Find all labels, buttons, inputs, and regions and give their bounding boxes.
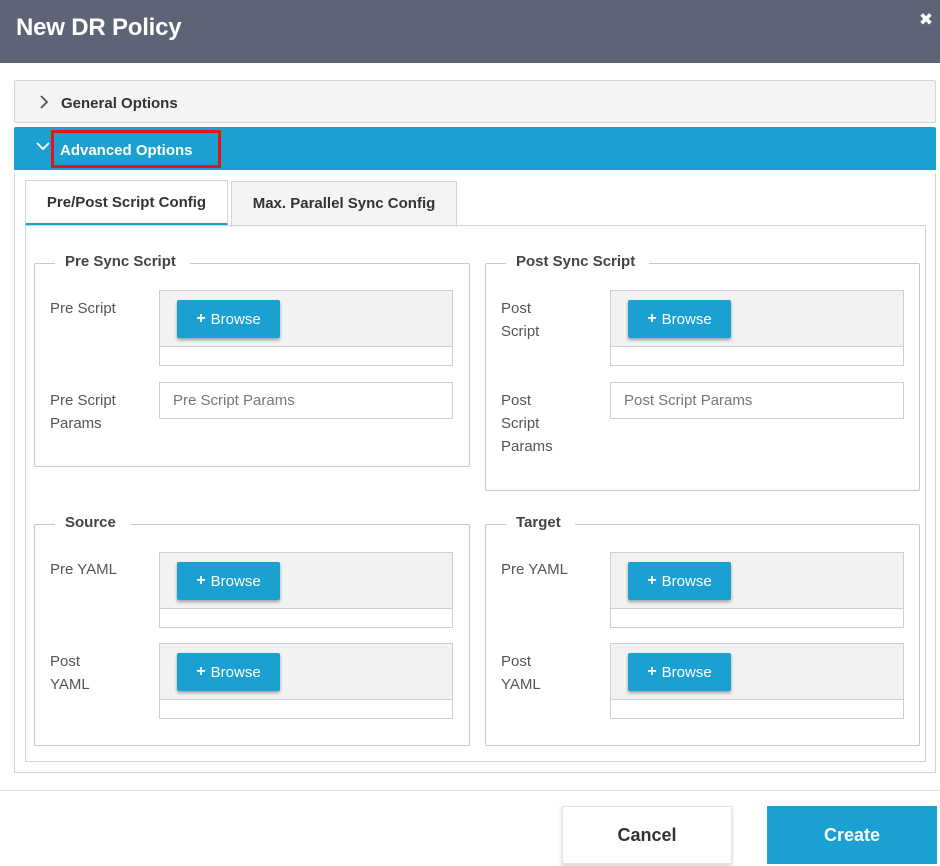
- target-pre-yaml-browse-button[interactable]: + Browse: [628, 562, 731, 600]
- plus-icon: +: [647, 310, 657, 327]
- footer-divider: [0, 790, 940, 791]
- highlight-box: [51, 130, 221, 168]
- dialog-titlebar: New DR Policy ✖: [0, 0, 940, 63]
- create-button[interactable]: Create: [767, 806, 937, 864]
- cancel-button[interactable]: Cancel: [562, 806, 732, 864]
- post-script-upload: + Browse: [610, 290, 904, 366]
- post-script-file-display: [611, 346, 903, 365]
- pre-script-params-input[interactable]: [159, 382, 453, 419]
- target-post-yaml-label: Post YAML: [501, 653, 541, 693]
- pre-script-browse-button[interactable]: + Browse: [177, 300, 280, 338]
- pre-script-file-display: [160, 346, 452, 365]
- chevron-right-icon: [40, 95, 49, 109]
- source-post-yaml-upload: + Browse: [159, 643, 453, 719]
- pre-script-upload: + Browse: [159, 290, 453, 366]
- plus-icon: +: [196, 310, 206, 327]
- post-sync-script-legend: Post Sync Script: [506, 253, 650, 270]
- source-pre-yaml-label: Pre YAML: [50, 561, 117, 578]
- pre-sync-script-legend: Pre Sync Script: [55, 253, 190, 270]
- advanced-options-panel: Pre/Post Script Config Max. Parallel Syn…: [14, 173, 936, 773]
- target-post-yaml-browse-button[interactable]: + Browse: [628, 653, 731, 691]
- post-script-params-label: Post Script Params: [501, 392, 553, 455]
- pre-script-params-label: Pre Script Params: [50, 392, 116, 432]
- target-legend: Target: [506, 514, 575, 531]
- source-post-yaml-label: Post YAML: [50, 653, 90, 693]
- tab-pre-post-script-config[interactable]: Pre/Post Script Config: [25, 180, 228, 226]
- source-post-yaml-browse-button[interactable]: + Browse: [177, 653, 280, 691]
- plus-icon: +: [196, 572, 206, 589]
- dialog-title: New DR Policy: [16, 14, 182, 41]
- accordion-advanced-options[interactable]: Advanced Options: [14, 127, 936, 170]
- plus-icon: +: [647, 663, 657, 680]
- source-legend: Source: [55, 514, 130, 531]
- target-post-yaml-file-display: [611, 699, 903, 718]
- target-pre-yaml-label: Pre YAML: [501, 561, 568, 578]
- source-post-yaml-file-display: [160, 699, 452, 718]
- tab-panel: Pre Sync Script Pre Script + Browse Pre S…: [25, 225, 926, 762]
- accordion-general-options[interactable]: General Options: [14, 80, 936, 123]
- post-script-browse-button[interactable]: + Browse: [628, 300, 731, 338]
- post-script-params-input[interactable]: [610, 382, 904, 419]
- plus-icon: +: [647, 572, 657, 589]
- source-pre-yaml-browse-button[interactable]: + Browse: [177, 562, 280, 600]
- target-pre-yaml-upload: + Browse: [610, 552, 904, 628]
- target-post-yaml-upload: + Browse: [610, 643, 904, 719]
- pre-script-label: Pre Script: [50, 300, 116, 317]
- pre-sync-script-group: Pre Sync Script Pre Script + Browse Pre S…: [34, 253, 470, 467]
- source-group: Source Pre YAML + Browse Post YAML + Brows…: [34, 514, 470, 746]
- source-pre-yaml-upload: + Browse: [159, 552, 453, 628]
- plus-icon: +: [196, 663, 206, 680]
- tab-max-parallel-sync-config[interactable]: Max. Parallel Sync Config: [231, 181, 457, 227]
- chevron-down-icon: [36, 142, 50, 151]
- target-pre-yaml-file-display: [611, 608, 903, 627]
- accordion-general-label: General Options: [61, 95, 178, 112]
- close-icon[interactable]: ✖: [918, 11, 934, 28]
- source-pre-yaml-file-display: [160, 608, 452, 627]
- target-group: Target Pre YAML + Browse Post YAML + Brows…: [485, 514, 920, 746]
- post-sync-script-group: Post Sync Script Post Script + Browse Pos…: [485, 253, 920, 491]
- post-script-label: Post Script: [501, 300, 540, 340]
